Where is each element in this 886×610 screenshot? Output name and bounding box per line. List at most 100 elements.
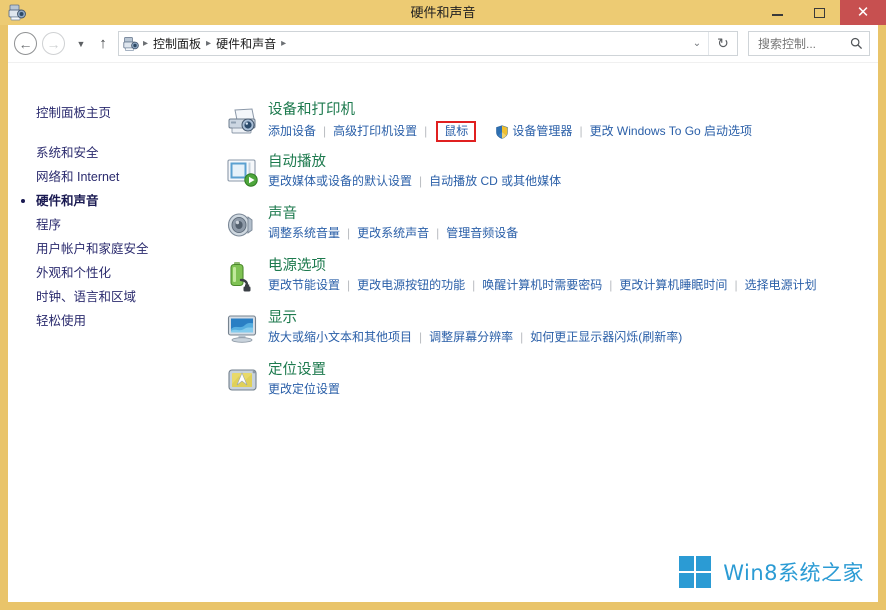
breadcrumb-separator: ▸ [204,38,213,50]
sidebar-item-network-internet[interactable]: 网络和 Internet [8,165,220,189]
link-device-manager-label[interactable]: 设备管理器 [512,123,572,140]
link-require-password-on-wake[interactable]: 唤醒计算机时需要密码 [482,277,602,294]
sidebar-item-home[interactable]: 控制面板主页 [8,101,220,125]
link-change-media-defaults[interactable]: 更改媒体或设备的默认设置 [268,173,412,190]
section-title[interactable]: 自动播放 [268,153,326,172]
link-device-manager[interactable]: 设备管理器 [495,123,572,140]
speaker-icon [226,208,260,242]
navigation-bar: ← → ▼ ↑ [8,25,878,63]
section-display: 显示 放大或缩小文本和其他项目 | 调整屏幕分辨率 | 如何更正显示器闪烁(刷新… [220,309,878,353]
close-icon: ✕ [857,5,870,20]
back-button[interactable]: ← [14,32,37,55]
minimize-button[interactable] [756,0,798,25]
search-input[interactable] [756,36,846,52]
refresh-icon: ↻ [717,35,729,52]
sidebar-item-system-security[interactable]: 系统和安全 [8,141,220,165]
section-title[interactable]: 显示 [268,309,297,328]
link-add-device[interactable]: 添加设备 [268,123,316,140]
arrow-up-icon: ↑ [99,36,107,51]
link-mouse[interactable]: 鼠标 [436,121,476,142]
section-links: 调整系统音量 | 更改系统声音 | 管理音频设备 [268,225,878,242]
content-body: 控制面板主页 系统和安全 网络和 Internet 硬件和声音 程序 用户帐户和… [8,63,878,602]
breadcrumb-separator: ▸ [279,38,288,50]
main-panel: 设备和打印机 添加设备 | 高级打印机设置 | 鼠标 | [220,63,878,602]
link-separator: | [347,277,350,294]
link-change-location-settings[interactable]: 更改定位设置 [268,381,340,398]
link-change-power-saving[interactable]: 更改节能设置 [268,277,340,294]
address-bar[interactable]: ▸ 控制面板 ▸ 硬件和声音 ▸ ⌄ ↻ [118,31,738,56]
link-separator: | [472,277,475,294]
battery-icon [226,260,260,294]
link-manage-audio-devices[interactable]: 管理音频设备 [446,225,518,242]
sidebar-item-hardware-sound[interactable]: 硬件和声音 [8,189,220,213]
sidebar-item-clock-language[interactable]: 时钟、语言和区域 [8,285,220,309]
link-text-size[interactable]: 放大或缩小文本和其他项目 [268,329,412,346]
link-separator: | [520,329,523,346]
link-windows-to-go[interactable]: 更改 Windows To Go 启动选项 [590,123,752,140]
up-button[interactable]: ↑ [94,32,112,55]
link-separator: | [347,225,350,242]
search-box[interactable] [748,31,870,56]
link-separator: | [424,123,427,140]
link-change-system-sounds[interactable]: 更改系统声音 [357,225,429,242]
section-links: 更改节能设置 | 更改电源按钮的功能 | 唤醒计算机时需要密码 | 更改计算机睡… [268,277,878,294]
window-title: 硬件和声音 [0,0,886,25]
address-dropdown-button[interactable]: ⌄ [687,32,707,55]
link-autoplay-cd[interactable]: 自动播放 CD 或其他媒体 [429,173,561,190]
maximize-button[interactable] [798,0,840,25]
link-separator: | [436,225,439,242]
section-links: 更改定位设置 [268,381,878,398]
section-links: 添加设备 | 高级打印机设置 | 鼠标 | [268,121,878,142]
breadcrumb-separator: ▸ [141,38,150,50]
section-autoplay: 自动播放 更改媒体或设备的默认设置 | 自动播放 CD 或其他媒体 [220,153,878,197]
link-separator: | [419,173,422,190]
section-title[interactable]: 声音 [268,205,297,224]
uac-shield-icon [495,125,509,139]
forward-arrow-icon: → [47,37,61,51]
search-icon[interactable] [846,37,866,50]
watermark: Win8系统之家 [678,554,864,590]
client-area: ← → ▼ ↑ [8,25,878,602]
sidebar-item-programs[interactable]: 程序 [8,213,220,237]
watermark-text: Win8系统之家 [723,557,864,587]
chevron-down-icon: ▼ [77,39,86,49]
sidebar-item-appearance[interactable]: 外观和个性化 [8,261,220,285]
section-title[interactable]: 定位设置 [268,361,326,380]
sidebar-item-ease-of-access[interactable]: 轻松使用 [8,309,220,333]
chevron-down-icon: ⌄ [693,38,701,49]
link-screen-resolution[interactable]: 调整屏幕分辨率 [429,329,513,346]
link-advanced-printer-settings[interactable]: 高级打印机设置 [333,123,417,140]
link-adjust-volume[interactable]: 调整系统音量 [268,225,340,242]
location-gps-icon [226,364,260,398]
monitor-icon [226,312,260,346]
link-change-sleep-time[interactable]: 更改计算机睡眠时间 [619,277,727,294]
refresh-button[interactable]: ↻ [708,32,737,55]
section-title[interactable]: 电源选项 [268,257,326,276]
link-separator: | [579,123,582,140]
link-choose-power-plan[interactable]: 选择电源计划 [745,277,817,294]
section-power-options: 电源选项 更改节能设置 | 更改电源按钮的功能 | 唤醒计算机时需要密码 | 更… [220,257,878,301]
sidebar: 控制面板主页 系统和安全 网络和 Internet 硬件和声音 程序 用户帐户和… [8,63,220,602]
section-title[interactable]: 设备和打印机 [268,101,355,120]
control-panel-window: 硬件和声音 ✕ ← → ▼ ↑ [0,0,886,610]
minimize-icon [772,14,783,16]
printer-camera-icon [226,104,260,138]
windows-logo-icon [678,554,714,590]
section-sound: 声音 调整系统音量 | 更改系统声音 | 管理音频设备 [220,205,878,249]
back-arrow-icon: ← [19,37,33,51]
title-bar: 硬件和声音 ✕ [0,0,886,25]
link-separator: | [419,329,422,346]
section-location-settings: 定位设置 更改定位设置 [220,361,878,405]
link-separator: | [734,277,737,294]
link-fix-flicker[interactable]: 如何更正显示器闪烁(刷新率) [530,329,682,346]
section-links: 放大或缩小文本和其他项目 | 调整屏幕分辨率 | 如何更正显示器闪烁(刷新率) [268,329,878,346]
maximize-icon [814,8,825,18]
link-power-button-function[interactable]: 更改电源按钮的功能 [357,277,465,294]
sidebar-item-user-accounts[interactable]: 用户帐户和家庭安全 [8,237,220,261]
breadcrumb-item-control-panel[interactable]: 控制面板 [150,35,204,52]
close-button[interactable]: ✕ [840,0,886,25]
link-separator: | [609,277,612,294]
recent-locations-button[interactable]: ▼ [72,32,90,55]
forward-button[interactable]: → [42,32,65,55]
breadcrumb-item-hardware-sound[interactable]: 硬件和声音 [213,35,279,52]
